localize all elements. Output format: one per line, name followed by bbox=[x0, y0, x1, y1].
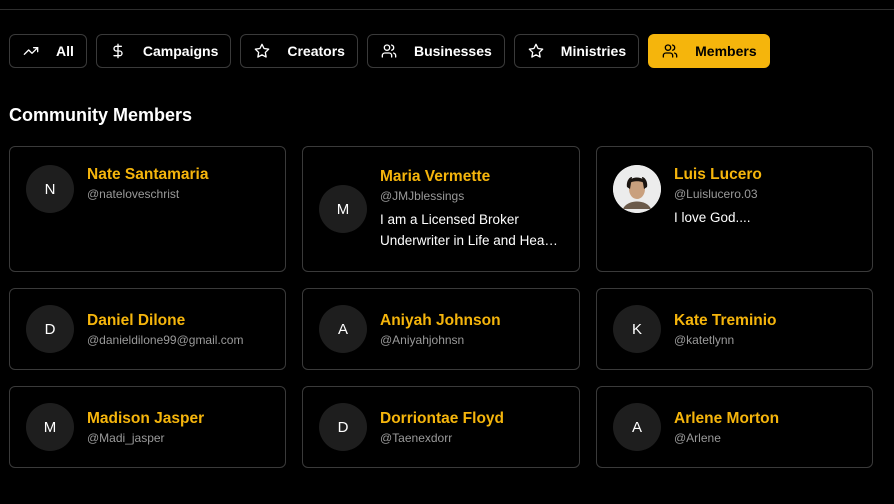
tab-campaigns[interactable]: Campaigns bbox=[95, 34, 232, 68]
member-handle: @Aniyahjohnsn bbox=[380, 332, 465, 347]
member-bio: I love God.... bbox=[674, 210, 751, 225]
member-info: Madison Jasper @Madi_jasper bbox=[87, 409, 204, 446]
tab-label: Members bbox=[695, 43, 757, 59]
member-handle: @danieldilone99@gmail.com bbox=[87, 332, 244, 347]
member-handle: @Luislucero.03 bbox=[674, 187, 758, 201]
member-handle: @JMJblessings bbox=[380, 189, 465, 203]
member-card[interactable]: M Maria Vermette @JMJblessings I am a Li… bbox=[302, 146, 580, 272]
member-handle: @Taenexdorr bbox=[380, 430, 453, 445]
avatar: K bbox=[613, 305, 661, 353]
member-card[interactable]: D Daniel Dilone @danieldilone99@gmail.co… bbox=[9, 288, 286, 370]
member-info: Kate Treminio @katetlynn bbox=[674, 311, 777, 348]
member-name: Arlene Morton bbox=[674, 409, 780, 427]
member-handle: @katetlynn bbox=[674, 332, 735, 347]
member-info: Dorriontae Floyd @Taenexdorr bbox=[380, 409, 504, 446]
member-name: Nate Santamaria bbox=[87, 166, 209, 183]
trending-up-icon bbox=[22, 42, 40, 60]
member-handle: @nateloveschrist bbox=[87, 187, 180, 201]
dollar-icon bbox=[109, 42, 127, 60]
member-card[interactable]: N Nate Santamaria @nateloveschrist bbox=[9, 146, 286, 272]
users-icon bbox=[380, 42, 398, 60]
avatar: M bbox=[26, 403, 74, 451]
users-icon bbox=[661, 42, 679, 60]
section-title: Community Members bbox=[9, 105, 193, 125]
member-info: Nate Santamaria @nateloveschrist bbox=[87, 165, 208, 202]
tab-members[interactable]: Members bbox=[648, 34, 770, 68]
tab-label: Ministries bbox=[560, 43, 627, 59]
member-card[interactable]: K Kate Treminio @katetlynn bbox=[596, 288, 873, 370]
member-card[interactable]: A Arlene Morton @Arlene bbox=[596, 386, 873, 468]
tab-all[interactable]: All bbox=[9, 34, 87, 68]
tab-label: Campaigns bbox=[142, 43, 219, 59]
member-info: Aniyah Johnson @Aniyahjohnsn bbox=[380, 311, 501, 348]
avatar: A bbox=[613, 403, 661, 451]
avatar-photo bbox=[613, 165, 661, 213]
tab-ministries[interactable]: Ministries bbox=[513, 34, 640, 68]
member-handle: @Arlene bbox=[674, 430, 721, 445]
category-tabs: All Campaigns Creators Businesses Minist… bbox=[9, 34, 770, 68]
member-name: Kate Treminio bbox=[674, 311, 777, 329]
member-handle: @Madi_jasper bbox=[87, 430, 165, 445]
avatar: M bbox=[319, 185, 367, 233]
member-name: Luis Lucero bbox=[674, 166, 762, 183]
member-card[interactable]: M Madison Jasper @Madi_jasper bbox=[9, 386, 286, 468]
member-card[interactable]: D Dorriontae Floyd @Taenexdorr bbox=[302, 386, 580, 468]
tab-label: Businesses bbox=[413, 43, 492, 59]
member-info: Maria Vermette @JMJblessings I am a Lice… bbox=[380, 167, 560, 251]
avatar: A bbox=[319, 305, 367, 353]
member-name: Dorriontae Floyd bbox=[380, 409, 505, 427]
avatar: D bbox=[319, 403, 367, 451]
member-info: Arlene Morton @Arlene bbox=[674, 409, 779, 446]
divider bbox=[0, 9, 894, 10]
tab-creators[interactable]: Creators bbox=[240, 34, 358, 68]
member-name: Maria Vermette bbox=[380, 168, 491, 185]
page: All Campaigns Creators Businesses Minist… bbox=[0, 0, 894, 504]
avatar: N bbox=[26, 165, 74, 213]
tab-businesses[interactable]: Businesses bbox=[366, 34, 505, 68]
tab-label: All bbox=[56, 43, 74, 59]
star-icon bbox=[253, 42, 271, 60]
member-card[interactable]: A Aniyah Johnson @Aniyahjohnsn bbox=[302, 288, 580, 370]
avatar-photo-image bbox=[613, 165, 661, 213]
star-icon bbox=[527, 42, 545, 60]
members-grid: N Nate Santamaria @nateloveschrist M Mar… bbox=[9, 146, 873, 468]
member-name: Daniel Dilone bbox=[87, 311, 186, 329]
member-card[interactable]: Luis Lucero @Luislucero.03 I love God...… bbox=[596, 146, 873, 272]
avatar: D bbox=[26, 305, 74, 353]
member-info: Luis Lucero @Luislucero.03 I love God...… bbox=[674, 165, 854, 228]
member-info: Daniel Dilone @danieldilone99@gmail.com bbox=[87, 311, 243, 348]
member-name: Madison Jasper bbox=[87, 409, 205, 427]
tab-label: Creators bbox=[287, 43, 345, 59]
member-name: Aniyah Johnson bbox=[380, 311, 501, 329]
member-bio: I am a Licensed Broker Underwriter in Li… bbox=[380, 212, 559, 248]
